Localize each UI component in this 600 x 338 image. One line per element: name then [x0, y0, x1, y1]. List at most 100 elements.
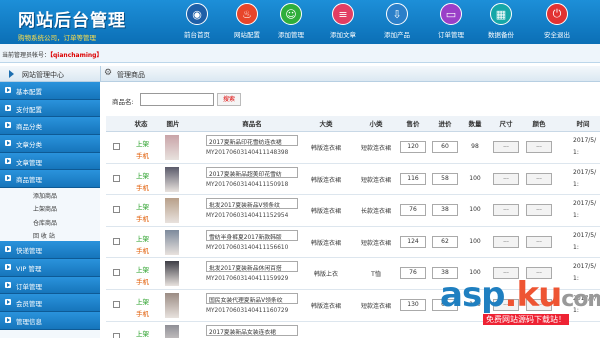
product-thumbnail — [165, 198, 179, 224]
status-mobile-link[interactable]: 手机 — [136, 182, 149, 192]
search-input[interactable] — [140, 93, 214, 106]
document-icon: ≡ — [332, 3, 354, 25]
sidebar-item-4[interactable]: 文章分类 — [0, 135, 100, 153]
nav-item-4[interactable]: ≡ 添加文章 — [318, 3, 368, 39]
row-checkbox[interactable] — [113, 206, 120, 214]
category-small: 长款连衣裙 — [360, 208, 391, 216]
color-button[interactable]: ... — [526, 204, 552, 217]
color-button[interactable]: ... — [526, 235, 552, 248]
column-header: 商品名 — [242, 120, 262, 128]
nav-label: 数据备份 — [488, 31, 514, 39]
sidebar-item-2[interactable]: 支付配置 — [0, 99, 100, 118]
status-online-link[interactable]: 上架 — [136, 201, 149, 211]
status-mobile-link[interactable]: 手机 — [136, 213, 149, 223]
row-checkbox[interactable] — [113, 269, 120, 277]
row-checkbox[interactable] — [113, 332, 120, 338]
sidebar-item-3[interactable]: 商品分类 — [0, 117, 100, 136]
sidebar-subitem-3[interactable]: 仓库商品 — [0, 215, 100, 228]
status-online-link[interactable]: 上架 — [136, 138, 149, 148]
price-field[interactable]: 124 — [400, 235, 426, 248]
row-checkbox[interactable] — [113, 174, 120, 182]
status-online-link[interactable]: 上架 — [136, 328, 149, 338]
price-field[interactable]: 120 — [400, 141, 426, 153]
row-checkbox[interactable] — [113, 237, 120, 245]
status-online-link[interactable]: 上架 — [136, 296, 149, 306]
product-name-field[interactable]: 国民女装代理夏新品V领条纹 — [206, 293, 298, 304]
status-online-link[interactable]: 上架 — [136, 233, 149, 243]
price-field[interactable]: 76 — [400, 267, 426, 280]
column-header: 小类 — [369, 120, 383, 128]
product-name-field[interactable]: 批发2017夏装新品V领条纹 — [206, 198, 298, 210]
nav-label: 订单管理 — [438, 31, 464, 39]
power-icon-glyph: ⏻ — [552, 7, 562, 20]
status-mobile-link[interactable]: 手机 — [136, 276, 149, 286]
row-checkbox[interactable] — [113, 301, 120, 308]
time-clock: 1: — [573, 243, 579, 251]
chart-icon-glyph: ▦ — [495, 7, 507, 21]
time-value: 2017/5/1: — [573, 230, 596, 254]
nav-item-1[interactable]: ◉ 前台首页 — [172, 3, 222, 39]
product-name-field[interactable]: 2017夏装新品女装连衣裙 — [206, 324, 298, 336]
sidebar-item-1[interactable]: 基本配置 — [0, 82, 100, 100]
price-field[interactable]: 130 — [400, 299, 426, 311]
sidebar-item-8[interactable]: VIP 管理 — [0, 259, 100, 277]
sidebar-item-5[interactable]: 文章管理 — [0, 152, 100, 171]
cost-field[interactable]: 58 — [432, 172, 458, 185]
nav-label: 安全退出 — [544, 31, 570, 39]
nav-item-5[interactable]: ⇩ 添加产品 — [372, 3, 422, 39]
nav-item-8[interactable]: ⏻ 安全退出 — [532, 3, 582, 39]
column-header: 数量 — [468, 120, 482, 128]
row-checkbox[interactable] — [113, 143, 120, 150]
quantity-value: 100 — [469, 237, 481, 245]
column-header: 大类 — [319, 120, 333, 128]
product-name-field[interactable]: 2017夏装新品超美印花雪纺 — [206, 166, 298, 178]
status-online-link[interactable]: 上架 — [136, 264, 149, 274]
sidebar-item-6[interactable]: 商品管理 — [0, 170, 100, 189]
color-button[interactable]: ... — [526, 141, 552, 153]
search-button[interactable]: 搜索 — [217, 93, 241, 106]
main-header: ⚙ 管理商品 — [100, 66, 600, 82]
color-button[interactable]: ... — [526, 172, 552, 185]
status-mobile-link[interactable]: 手机 — [136, 308, 149, 318]
nav-item-3[interactable]: ☺ 添加管理 — [266, 3, 316, 39]
fire-icon: ♨ — [236, 3, 258, 25]
product-name-field[interactable]: 批发2017夏装新品休闲百搭 — [206, 261, 298, 273]
watermark-logo: asp.kucom — [440, 278, 600, 317]
nav-item-2[interactable]: ♨ 网站配置 — [222, 3, 272, 39]
size-button[interactable]: ... — [493, 235, 519, 248]
table-row: 上架 手机 批发2017夏装新品V领条纹 MY20170603140411152954… — [106, 195, 600, 227]
status-mobile-link[interactable]: 手机 — [136, 150, 149, 160]
sidebar-subitem-2[interactable]: 上架商品 — [0, 201, 100, 214]
sidebar: 基本配置 支付配置 商品分类 文章分类 文章管理 商品管理 添加商品 上架商品 仓库商品回 收 … — [0, 82, 100, 338]
sidebar-subitem-1[interactable]: 添加商品 — [0, 188, 100, 201]
nav-item-7[interactable]: ▦ 数据备份 — [476, 3, 526, 39]
size-button[interactable]: ... — [493, 172, 519, 185]
cost-field[interactable]: 38 — [432, 204, 458, 217]
nav-label: 添加产品 — [384, 31, 410, 39]
time-clock: 1: — [573, 149, 579, 156]
size-button[interactable]: ... — [493, 204, 519, 217]
time-value: 2017/5/1: — [573, 135, 596, 159]
watermark-com: com — [561, 287, 600, 312]
status-mobile-link[interactable]: 手机 — [136, 245, 149, 255]
status-online-link[interactable]: 上架 — [136, 170, 149, 180]
price-field[interactable]: 76 — [400, 204, 426, 217]
column-header: 图片 — [166, 120, 180, 128]
product-code: MY20170603140411160729 — [206, 308, 289, 314]
power-icon: ⏻ — [546, 3, 568, 25]
column-header: 状态 — [134, 120, 148, 128]
sidebar-item-9[interactable]: 订单管理 — [0, 276, 100, 295]
sidebar-item-7[interactable]: 快递管理 — [0, 241, 100, 259]
nav-item-6[interactable]: ▭ 订单管理 — [426, 3, 476, 39]
category-big: 韩版连衣裙 — [310, 208, 341, 216]
product-thumbnail — [165, 229, 179, 255]
cost-field[interactable]: 60 — [432, 141, 458, 153]
sidebar-item-11[interactable]: 管理信息 — [0, 312, 100, 330]
product-name-field[interactable]: 2017夏新品印花雪纺连衣裙 — [206, 135, 298, 146]
size-button[interactable]: ... — [493, 141, 519, 153]
product-name-field[interactable]: 雪纺半身裤夏2017新款韩版 — [206, 229, 298, 241]
cost-field[interactable]: 62 — [432, 235, 458, 248]
price-field[interactable]: 116 — [400, 172, 426, 185]
sidebar-subitem-4[interactable]: 回 收 站 — [0, 228, 100, 241]
sidebar-item-10[interactable]: 会员管理 — [0, 294, 100, 313]
